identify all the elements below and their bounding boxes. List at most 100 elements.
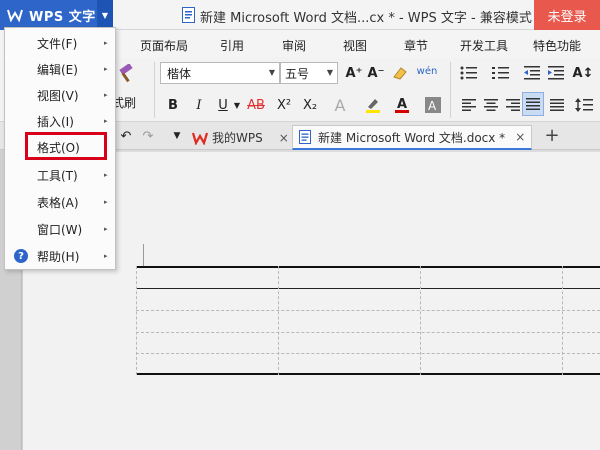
table-row-divider [136, 310, 600, 311]
menu-item-label: 文件(F) [37, 36, 78, 51]
svg-text:A: A [397, 97, 407, 112]
bulleted-list-icon[interactable] [458, 62, 480, 84]
justify-icon[interactable] [522, 92, 544, 116]
increase-indent-icon[interactable] [546, 62, 566, 84]
table-border [136, 266, 600, 268]
highlight-color-icon[interactable] [362, 94, 384, 116]
wps-logo-icon [7, 7, 23, 23]
phonetic-guide-button[interactable]: wén [414, 60, 440, 82]
menu-item-view[interactable]: 视图(V) ▸ [5, 82, 115, 108]
font-color-icon[interactable]: A [392, 94, 412, 116]
font-size-value: 五号 [285, 66, 310, 81]
tab-special-features[interactable]: 特色功能 [533, 37, 581, 54]
document-icon [182, 7, 195, 23]
text-size-menu-icon[interactable]: A↕ [570, 62, 596, 84]
submenu-arrow-icon: ▸ [104, 252, 108, 260]
submenu-arrow-icon: ▸ [104, 91, 108, 99]
table-column-divider [136, 266, 137, 375]
font-name-select[interactable]: 楷体 ▼ [160, 62, 280, 84]
numbered-list-icon[interactable] [490, 62, 512, 84]
shrink-font-button[interactable]: A⁻ [366, 62, 386, 84]
tab-view[interactable]: 视图 [343, 37, 367, 54]
login-button[interactable]: 未登录 [534, 0, 600, 30]
menu-item-help[interactable]: ? 帮助(H) ▸ [5, 243, 115, 269]
close-icon[interactable]: × [515, 130, 525, 144]
doc-tab-label: 新建 Microsoft Word 文档.docx * [318, 130, 506, 145]
tab-my-wps[interactable]: 我的WPS × [191, 125, 289, 150]
title-bar: WPS 文字 ▼ 新建 Microsoft Word 文档...cx * - W… [0, 0, 600, 30]
menu-item-tools[interactable]: 工具(T) ▸ [5, 162, 115, 188]
menu-item-label: 视图(V) [37, 88, 79, 103]
toolbar-separator [154, 62, 155, 118]
format-painter-icon[interactable] [114, 62, 138, 88]
character-shading-icon[interactable]: A [424, 94, 442, 116]
text-effect-button[interactable]: A [330, 94, 350, 116]
svg-text:A: A [428, 99, 437, 113]
undo-icon[interactable]: ↶ [118, 125, 134, 147]
menu-item-label: 表格(A) [37, 195, 79, 210]
tab-new-document[interactable]: 新建 Microsoft Word 文档.docx * × [292, 125, 533, 150]
wps-menu-label: WPS 文字 [29, 9, 96, 25]
submenu-arrow-icon: ▸ [104, 39, 108, 47]
toolbar-separator [450, 62, 451, 118]
close-icon[interactable]: × [279, 131, 289, 145]
menu-item-window[interactable]: 窗口(W) ▸ [5, 216, 115, 242]
submenu-arrow-icon: ▸ [104, 171, 108, 179]
superscript-button[interactable]: X² [274, 94, 294, 116]
tab-developer-tools[interactable]: 开发工具 [460, 37, 508, 54]
chevron-down-icon: ▼ [268, 68, 275, 77]
align-right-icon[interactable] [504, 94, 522, 116]
table-column-divider [278, 266, 279, 375]
underline-button[interactable]: U [214, 94, 232, 116]
strikethrough-button[interactable]: AB [244, 94, 268, 116]
help-icon: ? [14, 249, 28, 263]
submenu-arrow-icon: ▸ [104, 117, 108, 125]
menu-item-table[interactable]: 表格(A) ▸ [5, 189, 115, 215]
menu-item-edit[interactable]: 编辑(E) ▸ [5, 56, 115, 82]
table-column-divider [420, 266, 421, 375]
wps-menu-button[interactable]: WPS 文字 ▼ [0, 0, 113, 30]
chevron-down-icon[interactable]: ▼ [232, 94, 242, 116]
line-spacing-icon[interactable] [572, 94, 596, 116]
chevron-down-icon: ▼ [326, 68, 333, 77]
tab-review[interactable]: 审阅 [282, 37, 306, 54]
wps-logo-icon [191, 131, 209, 146]
tab-references[interactable]: 引用 [220, 37, 244, 54]
decrease-indent-icon[interactable] [522, 62, 542, 84]
tab-page-layout[interactable]: 页面布局 [140, 37, 188, 54]
table-border [136, 373, 600, 375]
redo-icon[interactable]: ↷ [140, 125, 156, 147]
distributed-align-icon[interactable] [548, 94, 566, 116]
doc-tab-label: 我的WPS [212, 131, 263, 145]
clear-formatting-icon[interactable] [390, 62, 410, 84]
bold-button[interactable]: B [164, 94, 182, 116]
quick-access-dropdown-icon[interactable]: ▼ [170, 125, 184, 147]
table-row-divider [136, 332, 600, 333]
window-title: 新建 Microsoft Word 文档...cx * - WPS 文字 - 兼… [200, 11, 532, 26]
subscript-button[interactable]: X₂ [300, 94, 320, 116]
wps-menu-dropdown-arrow-icon[interactable]: ▼ [97, 0, 113, 30]
submenu-arrow-icon: ▸ [104, 198, 108, 206]
menu-item-label: 工具(T) [37, 168, 78, 183]
align-left-icon[interactable] [460, 94, 478, 116]
font-size-select[interactable]: 五号 ▼ [280, 62, 338, 84]
document-table[interactable] [136, 266, 600, 375]
document-icon [299, 130, 312, 144]
menu-item-label: 窗口(W) [37, 222, 83, 237]
highlight-annotation-box [25, 132, 107, 160]
menu-item-insert[interactable]: 插入(I) ▸ [5, 108, 115, 134]
table-column-divider [562, 266, 563, 375]
submenu-arrow-icon: ▸ [104, 225, 108, 233]
table-row-divider [136, 288, 600, 289]
menu-item-label: 编辑(E) [37, 62, 78, 77]
table-row-divider [136, 353, 600, 354]
text-margin-marker [143, 244, 144, 266]
tab-section[interactable]: 章节 [404, 37, 428, 54]
new-tab-button[interactable]: + [543, 124, 561, 146]
align-center-icon[interactable] [482, 94, 500, 116]
italic-button[interactable]: I [190, 94, 208, 116]
submenu-arrow-icon: ▸ [104, 65, 108, 73]
menu-item-file[interactable]: 文件(F) ▸ [5, 30, 115, 56]
grow-font-button[interactable]: A⁺ [344, 62, 364, 84]
menu-item-label: 插入(I) [37, 114, 74, 129]
